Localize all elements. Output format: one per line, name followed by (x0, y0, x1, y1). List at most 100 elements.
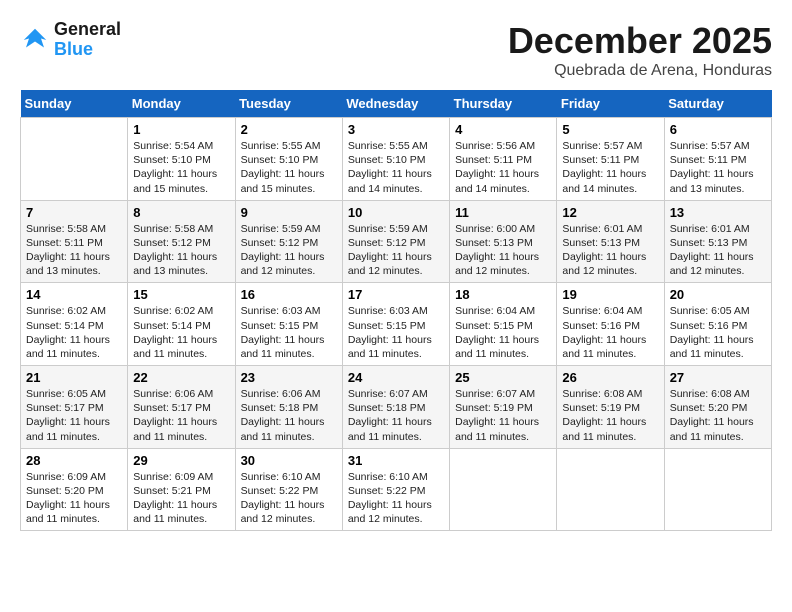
day-number: 26 (562, 370, 658, 385)
day-info: Sunrise: 6:02 AM Sunset: 5:14 PM Dayligh… (133, 304, 229, 361)
day-number: 22 (133, 370, 229, 385)
day-number: 21 (26, 370, 122, 385)
weekday-header-row: SundayMondayTuesdayWednesdayThursdayFrid… (21, 90, 772, 118)
day-number: 13 (670, 205, 766, 220)
day-info: Sunrise: 6:03 AM Sunset: 5:15 PM Dayligh… (241, 304, 337, 361)
day-info: Sunrise: 5:58 AM Sunset: 5:12 PM Dayligh… (133, 222, 229, 279)
calendar-cell: 29 Sunrise: 6:09 AM Sunset: 5:21 PM Dayli… (128, 448, 235, 531)
weekday-header: Monday (128, 90, 235, 118)
weekday-header: Sunday (21, 90, 128, 118)
calendar-cell (450, 448, 557, 531)
weekday-header: Thursday (450, 90, 557, 118)
day-number: 17 (348, 287, 444, 302)
calendar-table: SundayMondayTuesdayWednesdayThursdayFrid… (20, 90, 772, 531)
calendar-cell: 22 Sunrise: 6:06 AM Sunset: 5:17 PM Dayli… (128, 366, 235, 449)
weekday-header: Wednesday (342, 90, 449, 118)
calendar-cell: 11Sunrise: 6:00 AM Sunset: 5:13 PM Dayli… (450, 200, 557, 283)
day-info: Sunrise: 6:07 AM Sunset: 5:19 PM Dayligh… (455, 387, 551, 444)
title-section: December 2025 Quebrada de Arena, Hondura… (508, 20, 772, 80)
day-info: Sunrise: 6:08 AM Sunset: 5:20 PM Dayligh… (670, 387, 766, 444)
calendar-cell: 23 Sunrise: 6:06 AM Sunset: 5:18 PM Dayli… (235, 366, 342, 449)
day-number: 5 (562, 122, 658, 137)
day-info: Sunrise: 5:57 AM Sunset: 5:11 PM Dayligh… (562, 139, 658, 196)
calendar-cell (21, 118, 128, 201)
day-number: 4 (455, 122, 551, 137)
calendar-cell: 20Sunrise: 6:05 AM Sunset: 5:16 PM Dayli… (664, 283, 771, 366)
day-number: 30 (241, 453, 337, 468)
calendar-cell (664, 448, 771, 531)
day-number: 8 (133, 205, 229, 220)
day-number: 1 (133, 122, 229, 137)
calendar-cell: 7 Sunrise: 5:58 AM Sunset: 5:11 PM Daylig… (21, 200, 128, 283)
day-info: Sunrise: 6:03 AM Sunset: 5:15 PM Dayligh… (348, 304, 444, 361)
logo: General Blue (20, 20, 121, 60)
day-info: Sunrise: 5:56 AM Sunset: 5:11 PM Dayligh… (455, 139, 551, 196)
logo-icon (20, 25, 50, 55)
day-info: Sunrise: 6:09 AM Sunset: 5:20 PM Dayligh… (26, 470, 122, 527)
calendar-cell: 5 Sunrise: 5:57 AM Sunset: 5:11 PM Daylig… (557, 118, 664, 201)
day-number: 7 (26, 205, 122, 220)
calendar-cell: 19 Sunrise: 6:04 AM Sunset: 5:16 PM Dayli… (557, 283, 664, 366)
calendar-cell: 15Sunrise: 6:02 AM Sunset: 5:14 PM Dayli… (128, 283, 235, 366)
day-number: 19 (562, 287, 658, 302)
day-info: Sunrise: 6:04 AM Sunset: 5:16 PM Dayligh… (562, 304, 658, 361)
day-number: 11 (455, 205, 551, 220)
day-number: 29 (133, 453, 229, 468)
day-number: 14 (26, 287, 122, 302)
calendar-cell: 10Sunrise: 5:59 AM Sunset: 5:12 PM Dayli… (342, 200, 449, 283)
day-info: Sunrise: 5:58 AM Sunset: 5:11 PM Dayligh… (26, 222, 122, 279)
calendar-cell: 12Sunrise: 6:01 AM Sunset: 5:13 PM Dayli… (557, 200, 664, 283)
day-number: 12 (562, 205, 658, 220)
day-info: Sunrise: 5:59 AM Sunset: 5:12 PM Dayligh… (348, 222, 444, 279)
calendar-cell: 9Sunrise: 5:59 AM Sunset: 5:12 PM Daylig… (235, 200, 342, 283)
day-info: Sunrise: 6:06 AM Sunset: 5:18 PM Dayligh… (241, 387, 337, 444)
day-info: Sunrise: 6:10 AM Sunset: 5:22 PM Dayligh… (241, 470, 337, 527)
weekday-header: Saturday (664, 90, 771, 118)
day-number: 25 (455, 370, 551, 385)
calendar-cell: 8 Sunrise: 5:58 AM Sunset: 5:12 PM Daylig… (128, 200, 235, 283)
calendar-week-row: 14 Sunrise: 6:02 AM Sunset: 5:14 PM Dayli… (21, 283, 772, 366)
day-number: 20 (670, 287, 766, 302)
day-number: 9 (241, 205, 337, 220)
day-number: 6 (670, 122, 766, 137)
month-title: December 2025 (508, 20, 772, 62)
calendar-cell: 18Sunrise: 6:04 AM Sunset: 5:15 PM Dayli… (450, 283, 557, 366)
calendar-week-row: 1 Sunrise: 5:54 AM Sunset: 5:10 PM Daylig… (21, 118, 772, 201)
day-number: 24 (348, 370, 444, 385)
location-subtitle: Quebrada de Arena, Honduras (508, 62, 772, 80)
calendar-cell: 30 Sunrise: 6:10 AM Sunset: 5:22 PM Dayli… (235, 448, 342, 531)
day-number: 31 (348, 453, 444, 468)
day-number: 16 (241, 287, 337, 302)
calendar-week-row: 7 Sunrise: 5:58 AM Sunset: 5:11 PM Daylig… (21, 200, 772, 283)
weekday-header: Tuesday (235, 90, 342, 118)
day-number: 2 (241, 122, 337, 137)
calendar-cell: 17 Sunrise: 6:03 AM Sunset: 5:15 PM Dayli… (342, 283, 449, 366)
calendar-week-row: 21Sunrise: 6:05 AM Sunset: 5:17 PM Dayli… (21, 366, 772, 449)
day-number: 18 (455, 287, 551, 302)
calendar-cell: 21Sunrise: 6:05 AM Sunset: 5:17 PM Dayli… (21, 366, 128, 449)
day-number: 3 (348, 122, 444, 137)
logo-text: General Blue (54, 20, 121, 60)
calendar-cell: 4 Sunrise: 5:56 AM Sunset: 5:11 PM Daylig… (450, 118, 557, 201)
calendar-cell: 28 Sunrise: 6:09 AM Sunset: 5:20 PM Dayli… (21, 448, 128, 531)
day-info: Sunrise: 6:10 AM Sunset: 5:22 PM Dayligh… (348, 470, 444, 527)
calendar-cell: 16 Sunrise: 6:03 AM Sunset: 5:15 PM Dayli… (235, 283, 342, 366)
calendar-cell: 26 Sunrise: 6:08 AM Sunset: 5:19 PM Dayli… (557, 366, 664, 449)
page-header: General Blue December 2025 Quebrada de A… (20, 20, 772, 80)
calendar-cell: 27 Sunrise: 6:08 AM Sunset: 5:20 PM Dayli… (664, 366, 771, 449)
calendar-cell: 3 Sunrise: 5:55 AM Sunset: 5:10 PM Daylig… (342, 118, 449, 201)
day-number: 23 (241, 370, 337, 385)
day-number: 27 (670, 370, 766, 385)
calendar-cell: 24Sunrise: 6:07 AM Sunset: 5:18 PM Dayli… (342, 366, 449, 449)
calendar-cell: 13Sunrise: 6:01 AM Sunset: 5:13 PM Dayli… (664, 200, 771, 283)
day-info: Sunrise: 5:55 AM Sunset: 5:10 PM Dayligh… (241, 139, 337, 196)
calendar-cell: 2 Sunrise: 5:55 AM Sunset: 5:10 PM Daylig… (235, 118, 342, 201)
day-info: Sunrise: 6:08 AM Sunset: 5:19 PM Dayligh… (562, 387, 658, 444)
day-info: Sunrise: 6:06 AM Sunset: 5:17 PM Dayligh… (133, 387, 229, 444)
day-number: 28 (26, 453, 122, 468)
day-info: Sunrise: 6:02 AM Sunset: 5:14 PM Dayligh… (26, 304, 122, 361)
calendar-cell: 14 Sunrise: 6:02 AM Sunset: 5:14 PM Dayli… (21, 283, 128, 366)
day-info: Sunrise: 6:09 AM Sunset: 5:21 PM Dayligh… (133, 470, 229, 527)
day-info: Sunrise: 5:54 AM Sunset: 5:10 PM Dayligh… (133, 139, 229, 196)
day-info: Sunrise: 5:55 AM Sunset: 5:10 PM Dayligh… (348, 139, 444, 196)
